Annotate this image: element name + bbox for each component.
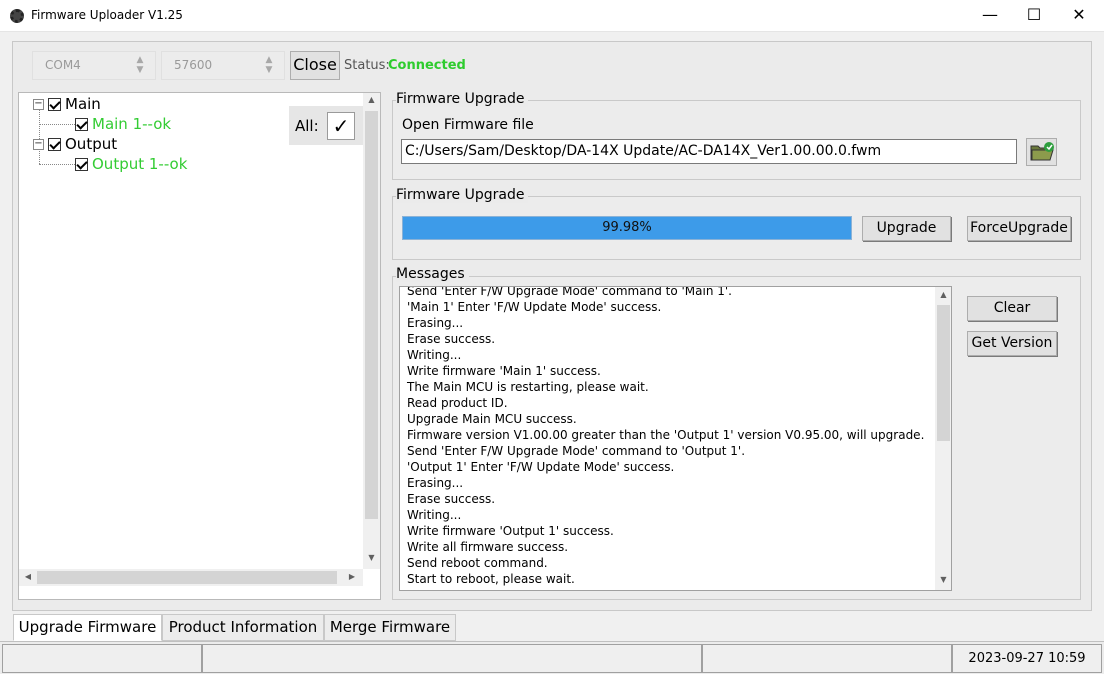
spin-arrows-icon[interactable]: ▲ ▼ <box>262 55 276 77</box>
all-select-panel: All: ✓ <box>289 106 367 145</box>
baud-value: 57600 <box>174 58 213 72</box>
message-line: 'Main 1' Enter 'F/W Update Mode' success… <box>407 300 662 314</box>
port-spinbox[interactable]: COM4 ▲ ▼ <box>32 51 156 80</box>
message-line: Send 'Enter F/W Upgrade Mode' command to… <box>407 286 732 298</box>
tree-node-label: Output <box>65 135 118 153</box>
message-line: The Main MCU is restarting, please wait. <box>407 380 649 394</box>
checkbox-output[interactable] <box>48 138 61 151</box>
tree-node-label: Main <box>65 95 101 113</box>
baud-spinbox[interactable]: 57600 ▲ ▼ <box>161 51 285 80</box>
message-line: Erase success. <box>407 492 496 506</box>
status-panel <box>202 644 702 673</box>
all-label: All: <box>295 117 319 135</box>
status-label: Status: <box>344 58 390 73</box>
status-datetime: 2023-09-27 10:59 <box>952 644 1102 673</box>
scroll-right-icon[interactable]: ▶ <box>347 572 357 581</box>
checkbox-main[interactable] <box>48 98 61 111</box>
device-tree[interactable]: − Main Main 1--ok − Output Output 1--ok Al… <box>18 92 381 600</box>
messages-scrollbar[interactable]: ▲ ▼ <box>935 287 951 590</box>
scroll-thumb[interactable] <box>365 111 378 519</box>
firmware-path-field[interactable]: C:/Users/Sam/Desktop/DA-14X Update/AC-DA… <box>401 139 1017 164</box>
maximize-button[interactable]: ☐ <box>1011 0 1057 32</box>
close-port-button[interactable]: Close <box>290 51 340 80</box>
message-line: Firmware version V1.00.00 greater than t… <box>407 428 925 442</box>
status-bar: 2023-09-27 10:59 <box>0 641 1104 674</box>
port-value: COM4 <box>45 58 81 72</box>
clear-button[interactable]: Clear <box>967 296 1057 321</box>
message-line: Writing... <box>407 348 462 362</box>
scroll-up-icon[interactable]: ▲ <box>935 290 951 299</box>
scroll-down-icon[interactable]: ▼ <box>363 553 380 562</box>
tree-vertical-scrollbar[interactable]: ▲ ▼ <box>363 93 380 569</box>
messages-log[interactable]: Send 'Enter F/W Upgrade Mode' command to… <box>399 286 952 591</box>
message-line: Upgrade Main MCU success. <box>407 412 577 426</box>
tree-node-main-1[interactable]: Main 1--ok <box>75 115 171 133</box>
message-line: Erase success. <box>407 332 496 346</box>
tree-node-label: Main 1--ok <box>92 115 172 133</box>
status-panel <box>702 644 952 673</box>
message-line: Write all firmware success. <box>407 540 569 554</box>
collapse-icon[interactable]: − <box>33 139 44 150</box>
status-value: Connected <box>388 58 466 73</box>
message-line: Send reboot command. <box>407 556 548 570</box>
tree-node-output-1[interactable]: Output 1--ok <box>75 155 187 173</box>
message-line: Send 'Enter F/W Upgrade Mode' command to… <box>407 444 746 458</box>
upgrade-progress-bar: 99.98% <box>402 216 852 240</box>
scroll-thumb[interactable] <box>37 571 337 584</box>
message-line: Erasing... <box>407 476 464 490</box>
scroll-up-icon[interactable]: ▲ <box>363 95 380 104</box>
status-panel <box>2 644 202 673</box>
minimize-button[interactable]: — <box>967 0 1013 32</box>
force-upgrade-button[interactable]: ForceUpgrade <box>967 216 1071 241</box>
message-line: Write firmware 'Output 1' success. <box>407 524 614 538</box>
folder-icon <box>1030 142 1054 161</box>
all-checkbox[interactable]: ✓ <box>327 112 355 140</box>
upgrade-button[interactable]: Upgrade <box>862 216 951 241</box>
message-line: 'Output 1' Enter 'F/W Update Mode' succe… <box>407 460 675 474</box>
get-version-button[interactable]: Get Version <box>967 331 1057 356</box>
title-bar: Firmware Uploader V1.25 — ☐ ✕ <box>0 0 1104 32</box>
tab-merge-firmware[interactable]: Merge Firmware <box>324 614 456 641</box>
collapse-icon[interactable]: − <box>33 99 44 110</box>
tree-horizontal-scrollbar[interactable]: ◀ ▶ <box>19 569 363 586</box>
message-line: Writing... <box>407 508 462 522</box>
message-line: Read product ID. <box>407 396 508 410</box>
tree-node-output[interactable]: − Output <box>33 135 117 153</box>
tab-product-information[interactable]: Product Information <box>162 614 324 641</box>
scroll-left-icon[interactable]: ◀ <box>23 572 33 581</box>
tree-node-main[interactable]: − Main <box>33 95 101 113</box>
checkbox-main-1[interactable] <box>75 118 88 131</box>
window-title: Firmware Uploader V1.25 <box>31 8 183 22</box>
open-firmware-label: Open Firmware file <box>402 117 534 133</box>
tab-upgrade-firmware[interactable]: Upgrade Firmware <box>13 614 162 641</box>
group-title: Firmware Upgrade <box>396 91 529 107</box>
close-window-button[interactable]: ✕ <box>1056 0 1102 32</box>
scroll-down-icon[interactable]: ▼ <box>935 575 951 584</box>
message-line: Erasing... <box>407 316 464 330</box>
checkbox-output-1[interactable] <box>75 158 88 171</box>
group-title: Messages <box>396 266 469 282</box>
open-folder-button[interactable] <box>1026 138 1057 166</box>
message-line: Start to reboot, please wait. <box>407 572 575 586</box>
gear-icon <box>10 9 24 23</box>
message-line: Write firmware 'Main 1' success. <box>407 364 601 378</box>
spin-arrows-icon[interactable]: ▲ ▼ <box>133 55 147 77</box>
tree-node-label: Output 1--ok <box>92 155 188 173</box>
group-title: Firmware Upgrade <box>396 187 529 203</box>
progress-text: 99.98% <box>602 220 652 235</box>
scroll-thumb[interactable] <box>937 305 950 441</box>
